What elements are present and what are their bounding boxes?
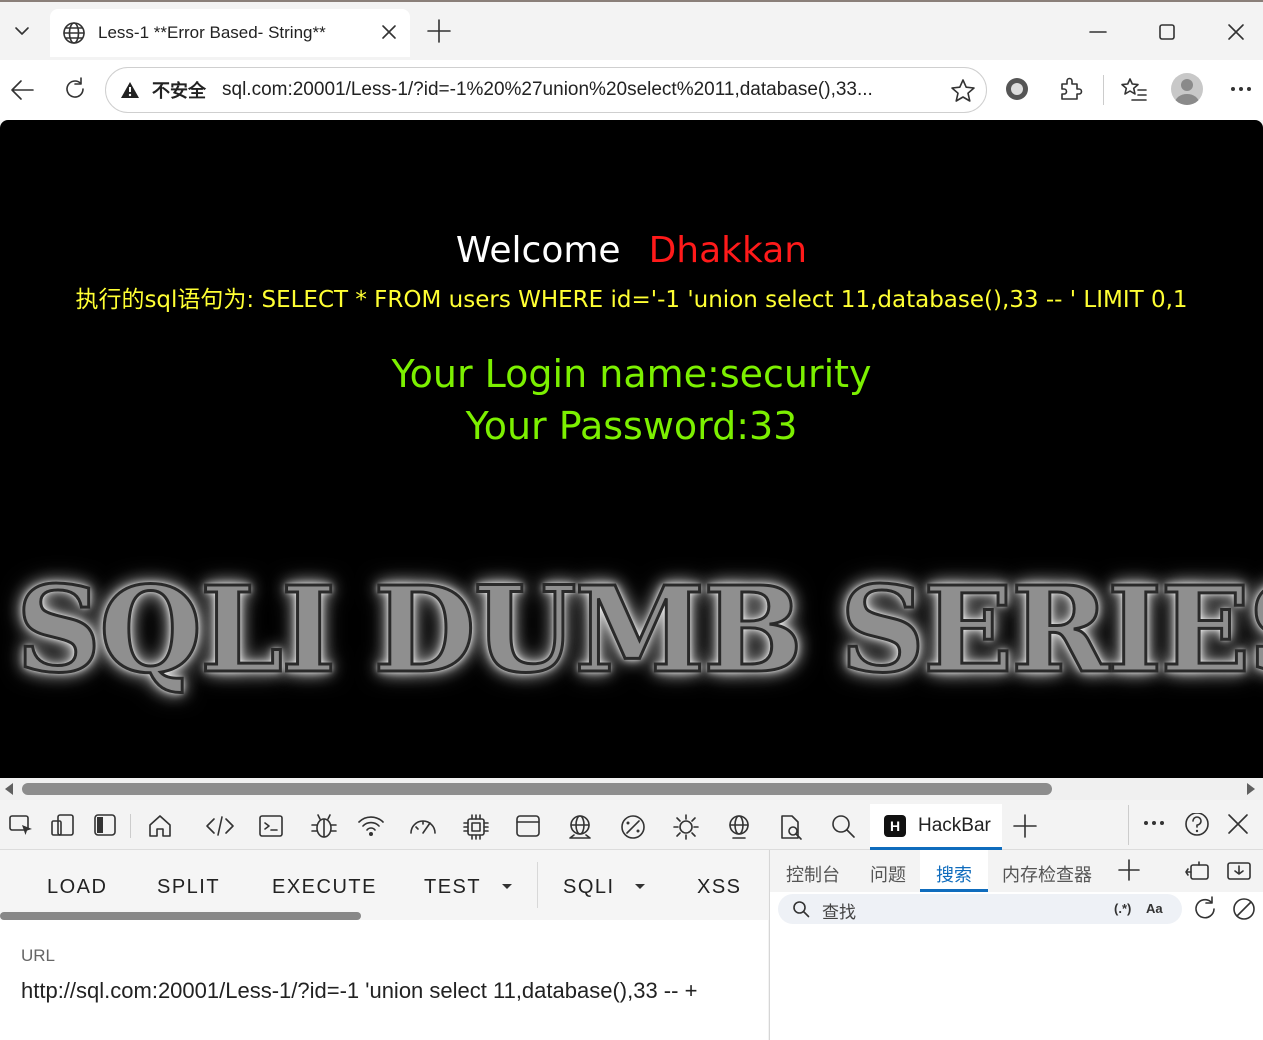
devtools-toolbar: H HackBar: [0, 800, 1263, 850]
search-icon: [793, 901, 810, 918]
split-button[interactable]: SPLIT: [157, 876, 220, 899]
tab-actions-button[interactable]: [3, 10, 41, 52]
tab-issues[interactable]: 问题: [870, 861, 906, 887]
address-bar[interactable]: 不安全 sql.com:20001/Less-1/?id=-1%20%27uni…: [105, 67, 987, 113]
search-field[interactable]: 查找 (.*) Aa: [778, 894, 1182, 924]
hackbar-logo-icon: H: [884, 814, 906, 837]
sqli-dumb-series-banner: SQLI DUMB SERIES: [15, 559, 1263, 701]
dock-side-icon[interactable]: [93, 813, 117, 837]
security-globe-icon[interactable]: [566, 813, 594, 841]
search-icon[interactable]: [830, 813, 856, 839]
menu-divider: [537, 862, 538, 908]
page-viewport: Welcome Dhakkan 执行的sql语句为: SELECT * FROM …: [0, 120, 1263, 778]
welcome-line: Welcome Dhakkan: [0, 230, 1263, 271]
toolbar-divider: [1128, 805, 1129, 845]
window-close-icon[interactable]: [1226, 22, 1246, 42]
tab-search[interactable]: 搜索: [936, 861, 972, 887]
chevron-down-icon: [15, 27, 29, 35]
hackbar-panel: LOAD SPLIT EXECUTE TEST SQLI XSS URL htt…: [0, 850, 768, 1040]
tab-hackbar[interactable]: H HackBar: [870, 804, 1002, 850]
device-emulation-icon[interactable]: [50, 813, 76, 837]
extension-record-icon[interactable]: [1004, 76, 1030, 102]
toolbar-divider: [1103, 75, 1104, 105]
close-icon[interactable]: [380, 23, 398, 41]
new-tab-icon[interactable]: [426, 18, 452, 44]
sqli-caret-icon[interactable]: [635, 884, 645, 889]
performance-icon[interactable]: [408, 813, 438, 839]
sources-bug-icon[interactable]: [310, 813, 338, 841]
settings-gear-chip-icon[interactable]: [671, 813, 701, 841]
reload-icon[interactable]: [62, 76, 88, 102]
tab-strip: Less-1 **Error Based- String**: [0, 0, 1263, 60]
avatar[interactable]: [1171, 73, 1203, 105]
scroll-right-arrow[interactable]: [1247, 783, 1255, 795]
network-icon[interactable]: [357, 813, 385, 839]
extensions-puzzle-icon[interactable]: [1058, 76, 1084, 102]
back-icon[interactable]: [8, 76, 36, 104]
sql-query-text: 执行的sql语句为: SELECT * FROM users WHERE id=…: [75, 287, 1188, 313]
load-button[interactable]: LOAD: [47, 876, 107, 899]
profile-icon: [1175, 79, 1199, 105]
add-tool-icon[interactable]: [1012, 813, 1038, 839]
application-icon[interactable]: [515, 813, 541, 839]
tab-memory-inspector[interactable]: 内存检查器: [1002, 861, 1092, 887]
close-devtools-icon[interactable]: [1227, 813, 1249, 835]
memory-chip-icon[interactable]: [462, 813, 490, 841]
hackbar-menu: LOAD SPLIT EXECUTE TEST SQLI XSS: [0, 850, 768, 920]
horizontal-scrollbar[interactable]: [0, 778, 1263, 800]
xss-dropdown[interactable]: XSS: [697, 876, 742, 899]
dock-drawer-icon[interactable]: [1184, 860, 1210, 882]
password-text: Your Password:33: [465, 404, 798, 448]
login-name-text: Your Login name:security: [391, 352, 872, 396]
test-dropdown[interactable]: TEST: [424, 876, 481, 899]
more-tools-icon[interactable]: [1142, 813, 1166, 837]
execute-button[interactable]: EXECUTE: [272, 876, 377, 899]
lighthouse-speed-icon[interactable]: [619, 813, 647, 841]
more-options-icon[interactable]: [1228, 76, 1254, 102]
help-icon[interactable]: [1184, 813, 1210, 839]
console-icon[interactable]: [258, 813, 284, 839]
hackbar-menu-scrollbar[interactable]: [0, 912, 361, 920]
drawer-tabs: 控制台 问题 搜索 内存检查器: [770, 850, 1263, 892]
url-text[interactable]: sql.com:20001/Less-1/?id=-1%20%27union%2…: [222, 79, 922, 101]
search-input[interactable]: 查找: [822, 898, 856, 923]
url-field-label: URL: [21, 946, 56, 965]
tab-title: Less-1 **Error Based- String**: [98, 23, 326, 42]
clear-search-icon[interactable]: [1231, 896, 1257, 922]
url-field[interactable]: http://sql.com:20001/Less-1/?id=-1 'unio…: [21, 970, 751, 1011]
regex-toggle[interactable]: (.*): [1114, 901, 1131, 916]
tab-console[interactable]: 控制台: [786, 861, 840, 887]
username-text: Dhakkan: [648, 230, 808, 271]
tab-hackbar-label: HackBar: [918, 814, 991, 836]
match-case-toggle[interactable]: Aa: [1146, 901, 1163, 916]
sqli-dropdown[interactable]: SQLI: [563, 876, 615, 899]
devtools-drawer: 控制台 问题 搜索 内存检查器 查找 (.*) Aa: [769, 850, 1263, 1040]
welcome-text: Welcome: [455, 230, 621, 271]
minimize-drawer-icon[interactable]: [1226, 860, 1252, 882]
toolbar-divider: [130, 814, 131, 838]
welcome-home-icon[interactable]: [147, 813, 173, 839]
security-label[interactable]: 不安全: [152, 77, 206, 103]
scrollbar-thumb[interactable]: [22, 783, 1052, 795]
favorite-star-icon[interactable]: [950, 78, 976, 104]
network-globe-icon[interactable]: [725, 813, 753, 841]
minimize-icon[interactable]: [1088, 22, 1108, 42]
browser-tab[interactable]: Less-1 **Error Based- String**: [50, 9, 410, 57]
warning-icon[interactable]: [120, 80, 140, 100]
add-drawer-tab-icon[interactable]: [1118, 859, 1140, 881]
rendering-icon[interactable]: [776, 813, 804, 841]
test-caret-icon[interactable]: [502, 884, 512, 889]
favorites-icon[interactable]: [1120, 76, 1148, 102]
globe-icon: [63, 22, 85, 44]
elements-icon[interactable]: [205, 813, 235, 839]
navigation-bar: 不安全 sql.com:20001/Less-1/?id=-1%20%27uni…: [0, 60, 1263, 120]
maximize-icon[interactable]: [1157, 22, 1177, 42]
inspect-element-icon[interactable]: [8, 813, 34, 837]
scroll-left-arrow[interactable]: [5, 783, 13, 795]
refresh-search-icon[interactable]: [1192, 896, 1218, 922]
